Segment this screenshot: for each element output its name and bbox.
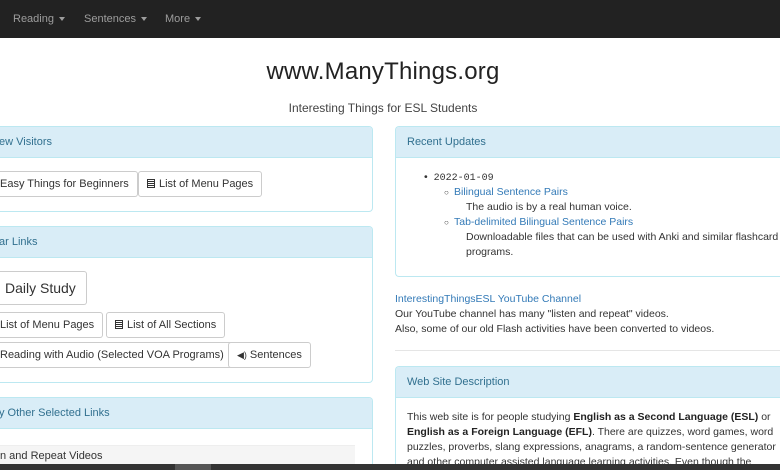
desc-text: or xyxy=(758,411,771,423)
desc-text: This web site is for people studying xyxy=(407,411,574,423)
update-text: programs. xyxy=(466,246,514,258)
update-date-item: • 2022-01-09 xyxy=(424,170,494,186)
youtube-channel-link[interactable]: InterestingThingsESL YouTube Channel xyxy=(395,293,581,305)
tab-delimited-link[interactable]: Tab-delimited Bilingual Sentence Pairs xyxy=(454,216,633,228)
update-text: The audio is by a real human voice. xyxy=(466,201,632,213)
nav-reading-label: Reading xyxy=(13,13,54,25)
button-label: List of Menu Pages xyxy=(159,178,254,190)
site-description-text: This web site is for people studying Eng… xyxy=(407,410,780,470)
youtube-line-2: Also, some of our old Flash activities h… xyxy=(395,323,715,335)
site-title: www.ManyThings.org xyxy=(266,58,500,85)
caret-down-icon xyxy=(58,17,65,22)
list-menu-pages-button-2[interactable]: List of Menu Pages xyxy=(0,312,104,338)
bullet-icon: • xyxy=(424,171,428,183)
caret-down-icon xyxy=(140,17,147,22)
youtube-section: InterestingThingsESL YouTube Channel Our… xyxy=(395,292,714,337)
list-menu-pages-button[interactable]: List of Menu Pages xyxy=(138,171,263,197)
sentences-button[interactable]: ◀) Sentences xyxy=(228,342,311,368)
button-label: Daily Study xyxy=(5,280,76,296)
panel-heading: Web Site Description xyxy=(396,367,780,398)
daily-study-button[interactable]: Daily Study xyxy=(0,271,87,305)
update-item: ○ Bilingual Sentence Pairs xyxy=(444,185,568,200)
bullet-circle-icon: ○ xyxy=(444,188,449,197)
nav-reading[interactable]: Reading xyxy=(13,0,65,38)
bilingual-pairs-link[interactable]: Bilingual Sentence Pairs xyxy=(454,186,568,198)
volume-icon: ◀) xyxy=(237,350,247,360)
nav-sentences[interactable]: Sentences xyxy=(84,0,147,38)
horizontal-scrollbar[interactable] xyxy=(0,464,780,470)
button-label: List of Menu Pages xyxy=(0,319,95,331)
site-subtitle: Interesting Things for ESL Students xyxy=(288,101,478,115)
easy-things-button[interactable]: Easy Things for Beginners xyxy=(0,171,138,197)
nav-sentences-label: Sentences xyxy=(84,13,136,25)
list-all-sections-button[interactable]: List of All Sections xyxy=(106,312,226,338)
bullet-circle-icon: ○ xyxy=(444,218,449,227)
youtube-line-1: Our YouTube channel has many "listen and… xyxy=(395,308,669,320)
list-item-label: n and Repeat Videos xyxy=(0,450,103,462)
update-item: ○ Tab-delimited Bilingual Sentence Pairs xyxy=(444,215,633,230)
top-navbar: Reading Sentences More xyxy=(0,0,780,38)
reading-audio-button[interactable]: Reading with Audio (Selected VOA Program… xyxy=(0,342,233,368)
scrollbar-thumb[interactable] xyxy=(175,464,211,470)
panel-heading: ar Links xyxy=(0,227,372,258)
nav-more-label: More xyxy=(165,13,191,25)
panel-new-visitors: ew Visitors xyxy=(0,126,373,212)
panel-heading: y Other Selected Links xyxy=(0,398,372,429)
button-label: Easy Things for Beginners xyxy=(0,178,129,190)
desc-bold: English as a Foreign Language (EFL) xyxy=(407,426,592,438)
panel-heading: ew Visitors xyxy=(0,127,372,158)
desc-bold: English as a Second Language (ESL) xyxy=(573,411,759,423)
button-label: List of All Sections xyxy=(127,319,217,331)
update-text: Downloadable files that can be used with… xyxy=(466,231,779,243)
button-label: Reading with Audio (Selected VOA Program… xyxy=(0,349,224,361)
update-date: 2022-01-09 xyxy=(433,173,494,184)
caret-down-icon xyxy=(195,17,202,22)
list-icon xyxy=(115,320,123,329)
button-label: Sentences xyxy=(249,349,302,361)
panel-heading: Recent Updates xyxy=(396,127,780,158)
nav-more[interactable]: More xyxy=(165,0,202,38)
divider xyxy=(395,350,780,351)
list-icon xyxy=(147,179,155,188)
